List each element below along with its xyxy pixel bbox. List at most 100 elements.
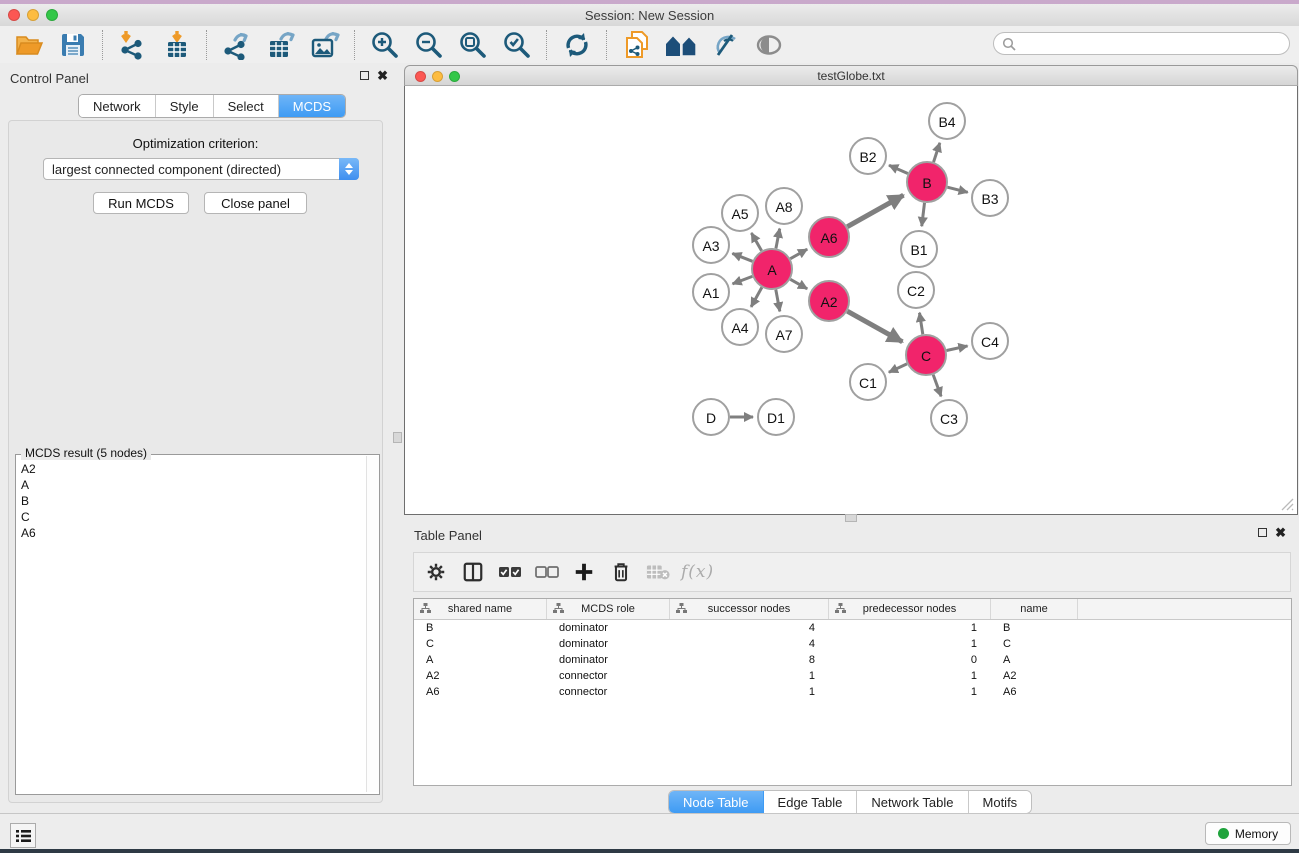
tab-select[interactable]: Select <box>214 95 279 117</box>
result-list-item[interactable]: B <box>17 493 365 509</box>
home-networks-icon[interactable] <box>664 29 698 61</box>
table-cell[interactable]: 1 <box>670 670 829 682</box>
tab-mcds[interactable]: MCDS <box>279 95 345 117</box>
export-network-icon[interactable] <box>220 29 254 61</box>
table-row[interactable]: Bdominator41B <box>414 620 1291 636</box>
optimization-dropdown[interactable]: largest connected component (directed) <box>43 158 359 180</box>
result-list-scrollbar[interactable] <box>366 456 379 792</box>
tab-network[interactable]: Network <box>79 95 156 117</box>
graph-node-C2[interactable]: C2 <box>898 272 934 308</box>
export-table-icon[interactable] <box>264 29 298 61</box>
import-network-icon[interactable] <box>116 29 150 61</box>
save-session-icon[interactable] <box>56 29 90 61</box>
table-cell[interactable]: connector <box>547 670 670 682</box>
table-row[interactable]: Cdominator41C <box>414 636 1291 652</box>
add-column-icon[interactable] <box>570 558 598 586</box>
trash-icon[interactable] <box>607 558 635 586</box>
graph-node-A8[interactable]: A8 <box>766 188 802 224</box>
unselect-all-icon[interactable] <box>533 558 561 586</box>
function-builder-icon[interactable]: f(x) <box>681 562 714 582</box>
table-cell[interactable]: C <box>414 638 547 650</box>
table-cell[interactable]: 8 <box>670 654 829 666</box>
table-row[interactable]: A6connector11A6 <box>414 684 1291 700</box>
close-panel-button[interactable]: Close panel <box>204 192 307 214</box>
hide-style-icon[interactable] <box>708 29 742 61</box>
network-canvas[interactable]: AA1A2A3A4A5A6A7A8BB1B2B3B4CC1C2C3C4DD1 <box>404 86 1298 515</box>
result-list-item[interactable]: A2 <box>17 461 365 477</box>
zoom-selected-icon[interactable] <box>500 29 534 61</box>
close-panel-icon[interactable]: ✖ <box>377 71 388 80</box>
table-cell[interactable]: 4 <box>670 638 829 650</box>
table-cell[interactable]: C <box>991 638 1078 650</box>
zoom-in-icon[interactable] <box>368 29 402 61</box>
close-table-panel-icon[interactable]: ✖ <box>1275 528 1286 537</box>
result-list-item[interactable]: A6 <box>17 525 365 541</box>
result-list-item[interactable]: A <box>17 477 365 493</box>
table-cell[interactable]: A2 <box>414 670 547 682</box>
horizontal-split-handle[interactable] <box>845 514 857 522</box>
eye-icon[interactable] <box>752 29 786 61</box>
table-cell[interactable]: 1 <box>670 686 829 698</box>
table-cell[interactable]: dominator <box>547 654 670 666</box>
table-cell[interactable]: B <box>414 622 547 634</box>
tab-network-table[interactable]: Network Table <box>857 791 968 813</box>
table-cell[interactable]: dominator <box>547 622 670 634</box>
graph-node-B4[interactable]: B4 <box>929 103 965 139</box>
column-header-name[interactable]: name <box>991 599 1078 619</box>
search-field[interactable] <box>993 32 1290 55</box>
column-header-MCDS-role[interactable]: MCDS role <box>547 599 670 619</box>
table-row[interactable]: Adominator80A <box>414 652 1291 668</box>
table-cell[interactable]: 1 <box>829 670 991 682</box>
import-table-icon[interactable] <box>160 29 194 61</box>
zoom-out-icon[interactable] <box>412 29 446 61</box>
graph-node-D1[interactable]: D1 <box>758 399 794 435</box>
graph-node-A1[interactable]: A1 <box>693 274 729 310</box>
graph-node-A6[interactable]: A6 <box>809 217 849 257</box>
zoom-fit-icon[interactable] <box>456 29 490 61</box>
open-folder-icon[interactable] <box>12 29 46 61</box>
tab-motifs[interactable]: Motifs <box>969 791 1032 813</box>
table-cell[interactable]: connector <box>547 686 670 698</box>
table-cell[interactable]: A6 <box>991 686 1078 698</box>
table-cell[interactable]: A2 <box>991 670 1078 682</box>
graph-node-A2[interactable]: A2 <box>809 281 849 321</box>
mcds-result-list[interactable]: A2ABCA6 <box>17 461 365 787</box>
graph-node-A7[interactable]: A7 <box>766 316 802 352</box>
search-input[interactable] <box>1016 36 1289 52</box>
float-panel-icon[interactable] <box>360 71 369 80</box>
tab-edge-table[interactable]: Edge Table <box>764 791 858 813</box>
table-cell[interactable]: 1 <box>829 686 991 698</box>
graph-node-B2[interactable]: B2 <box>850 138 886 174</box>
table-cell[interactable]: A <box>991 654 1078 666</box>
table-cell[interactable]: B <box>991 622 1078 634</box>
resize-grip-icon[interactable] <box>1281 498 1294 511</box>
graph-node-A3[interactable]: A3 <box>693 227 729 263</box>
network-window-titlebar[interactable]: testGlobe.txt <box>404 65 1298 86</box>
table-row[interactable]: A2connector11A2 <box>414 668 1291 684</box>
graph-node-A4[interactable]: A4 <box>722 309 758 345</box>
column-header-successor-nodes[interactable]: successor nodes <box>670 599 829 619</box>
clone-network-icon[interactable] <box>620 29 654 61</box>
table-cell[interactable]: 1 <box>829 638 991 650</box>
float-table-panel-icon[interactable] <box>1258 528 1267 537</box>
table-cell[interactable]: 4 <box>670 622 829 634</box>
table-cell[interactable]: A6 <box>414 686 547 698</box>
memory-button[interactable]: Memory <box>1205 822 1291 845</box>
graph-node-B[interactable]: B <box>907 162 947 202</box>
graph-node-C4[interactable]: C4 <box>972 323 1008 359</box>
delete-table-icon[interactable] <box>644 558 672 586</box>
tab-node-table[interactable]: Node Table <box>669 791 764 813</box>
graph-node-C3[interactable]: C3 <box>931 400 967 436</box>
task-history-button[interactable] <box>10 823 36 848</box>
export-image-icon[interactable] <box>308 29 342 61</box>
table-cell[interactable]: 0 <box>829 654 991 666</box>
table-cell[interactable]: A <box>414 654 547 666</box>
apply-layout-icon[interactable] <box>560 29 594 61</box>
column-header-predecessor-nodes[interactable]: predecessor nodes <box>829 599 991 619</box>
graph-node-C1[interactable]: C1 <box>850 364 886 400</box>
table-cell[interactable]: dominator <box>547 638 670 650</box>
graph-node-A[interactable]: A <box>752 249 792 289</box>
column-header-shared-name[interactable]: shared name <box>414 599 547 619</box>
run-mcds-button[interactable]: Run MCDS <box>93 192 189 214</box>
table-cell[interactable]: 1 <box>829 622 991 634</box>
